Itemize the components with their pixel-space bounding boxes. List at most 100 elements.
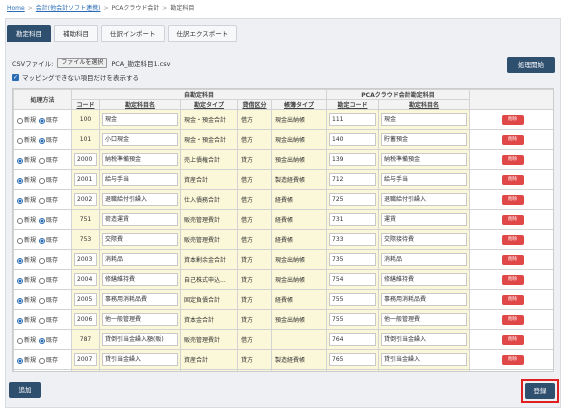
code-input[interactable]: 2003 <box>74 253 97 266</box>
account-name-input[interactable]: 貸引当金繰入 <box>102 353 178 366</box>
radio-existing[interactable]: 既存 <box>39 295 58 304</box>
pca-code-input[interactable]: 764 <box>329 333 376 346</box>
radio-new[interactable]: 新規 <box>17 195 36 204</box>
radio-existing[interactable]: 既存 <box>39 195 58 204</box>
tab-accounts[interactable]: 勘定科目 <box>7 25 51 42</box>
account-name-input[interactable]: 納税準備預金 <box>102 153 178 166</box>
delete-row-button[interactable]: 削除 <box>501 174 524 185</box>
code-input[interactable]: 2001 <box>74 173 97 186</box>
radio-existing[interactable]: 既存 <box>39 355 58 364</box>
radio-existing[interactable]: 既存 <box>39 335 58 344</box>
account-name-input[interactable]: 給与手当 <box>102 173 178 186</box>
pca-name-input[interactable]: 退職給付引繰入 <box>381 193 468 206</box>
radio-new[interactable]: 新規 <box>17 255 36 264</box>
account-name-input[interactable]: 他一般管理費 <box>102 313 178 326</box>
code-input[interactable]: 2006 <box>74 313 97 326</box>
code-input[interactable]: 2005 <box>74 293 97 306</box>
pca-name-input[interactable]: 貸引当金繰入 <box>381 353 468 366</box>
delete-row-button[interactable]: 削除 <box>501 134 524 145</box>
header-code[interactable]: コード <box>71 99 100 110</box>
delete-row-button[interactable]: 削除 <box>501 294 524 305</box>
pca-name-input[interactable]: 事務用消耗品費 <box>381 293 468 306</box>
radio-existing[interactable]: 既存 <box>39 315 58 324</box>
pca-code-input[interactable]: 755 <box>329 293 376 306</box>
radio-existing[interactable]: 既存 <box>39 135 58 144</box>
account-name-input[interactable]: 事務用消耗品費 <box>102 293 178 306</box>
delete-row-button[interactable]: 削除 <box>501 214 524 225</box>
pca-name-input[interactable]: 他一般管理費 <box>381 313 468 326</box>
delete-row-button[interactable]: 削除 <box>501 334 524 345</box>
code-input[interactable]: 2002 <box>74 193 97 206</box>
account-name-input[interactable]: 荷造運賃 <box>102 213 178 226</box>
radio-existing[interactable]: 既存 <box>39 155 58 164</box>
file-select-button[interactable]: ファイルを選択 <box>57 58 108 68</box>
radio-new[interactable]: 新規 <box>17 315 36 324</box>
radio-existing[interactable]: 既存 <box>39 255 58 264</box>
delete-row-button[interactable]: 削除 <box>501 114 524 125</box>
account-name-input[interactable]: 消耗品 <box>102 253 178 266</box>
radio-new[interactable]: 新規 <box>17 135 36 144</box>
radio-new[interactable]: 新規 <box>17 335 36 344</box>
pca-code-input[interactable]: 754 <box>329 273 376 286</box>
pca-code-input[interactable]: 139 <box>329 153 376 166</box>
code-input[interactable]: 2007 <box>74 353 97 366</box>
pca-name-input[interactable]: 消耗品 <box>381 253 468 266</box>
delete-row-button[interactable]: 削除 <box>501 274 524 285</box>
delete-row-button[interactable]: 削除 <box>501 314 524 325</box>
delete-row-button[interactable]: 削除 <box>501 234 524 245</box>
tab-journal-import[interactable]: 仕訳インポート <box>101 25 165 42</box>
pca-code-input[interactable]: 140 <box>329 133 376 146</box>
tab-journal-export[interactable]: 仕訳エクスポート <box>167 25 238 42</box>
account-name-input[interactable]: 退職給付引繰入 <box>102 193 178 206</box>
pca-code-input[interactable]: 725 <box>329 193 376 206</box>
header-type[interactable]: 勘定タイプ <box>180 99 238 110</box>
pca-name-input[interactable]: 納税準備預金 <box>381 153 468 166</box>
pca-code-input[interactable]: 755 <box>329 313 376 326</box>
radio-existing[interactable]: 既存 <box>39 115 58 124</box>
pca-name-input[interactable]: 運賃 <box>381 213 468 226</box>
header-name[interactable]: 勘定科目名 <box>99 99 181 110</box>
pca-code-input[interactable]: 731 <box>329 213 376 226</box>
radio-new[interactable]: 新規 <box>17 155 36 164</box>
breadcrumb-home-link[interactable]: Home <box>7 5 25 12</box>
breadcrumb-group-link[interactable]: 会計(他会計ソフト連携) <box>36 5 101 12</box>
delete-row-button[interactable]: 削除 <box>501 254 524 265</box>
radio-existing[interactable]: 既存 <box>39 235 58 244</box>
code-input[interactable]: 2000 <box>74 153 97 166</box>
radio-existing[interactable]: 既存 <box>39 175 58 184</box>
save-button[interactable]: 登録 <box>525 383 555 399</box>
tab-sub-accounts[interactable]: 補助科目 <box>54 25 98 42</box>
pca-code-input[interactable]: 765 <box>329 353 376 366</box>
delete-row-button[interactable]: 削除 <box>501 154 524 165</box>
header-dc[interactable]: 貸借区分 <box>237 99 272 110</box>
pca-code-input[interactable]: 111 <box>329 113 376 126</box>
pca-name-input[interactable]: 現金 <box>381 113 468 126</box>
filter-checkbox[interactable]: ✓ <box>12 73 19 81</box>
radio-new[interactable]: 新規 <box>17 175 36 184</box>
delete-row-button[interactable]: 削除 <box>501 194 524 205</box>
radio-existing[interactable]: 既存 <box>39 215 58 224</box>
radio-new[interactable]: 新規 <box>17 295 36 304</box>
radio-new[interactable]: 新規 <box>17 275 36 284</box>
header-pca-name[interactable]: 勘定科目名 <box>377 99 471 110</box>
pca-name-input[interactable]: 修繕維持費 <box>381 273 468 286</box>
header-pca-code[interactable]: 勘定コード <box>326 99 379 110</box>
header-ledger[interactable]: 帳簿タイプ <box>271 99 327 110</box>
pca-name-input[interactable]: 貸倒引当金繰入 <box>381 333 468 346</box>
pca-code-input[interactable]: 712 <box>329 173 376 186</box>
account-name-input[interactable]: 小口現金 <box>102 133 178 146</box>
pca-code-input[interactable]: 735 <box>329 253 376 266</box>
account-name-input[interactable]: 交際費 <box>102 233 178 246</box>
import-start-button[interactable]: 処理開始 <box>507 57 555 73</box>
pca-code-input[interactable]: 733 <box>329 233 376 246</box>
account-name-input[interactable]: 貸倒引当金繰入額(販) <box>102 333 178 346</box>
mapping-table-container[interactable]: 処理方法 自勘定科目 PCAクラウド会計勘定科目 コード 勘定科目名 勘定タイプ… <box>12 88 554 372</box>
pca-name-input[interactable]: 貯蓄預金 <box>381 133 468 146</box>
delete-row-button[interactable]: 削除 <box>501 354 524 365</box>
pca-name-input[interactable]: 交際接待費 <box>381 233 468 246</box>
code-input[interactable]: 2004 <box>74 273 97 286</box>
account-name-input[interactable]: 現金 <box>102 113 178 126</box>
radio-new[interactable]: 新規 <box>17 235 36 244</box>
radio-new[interactable]: 新規 <box>17 355 36 364</box>
radio-existing[interactable]: 既存 <box>39 275 58 284</box>
